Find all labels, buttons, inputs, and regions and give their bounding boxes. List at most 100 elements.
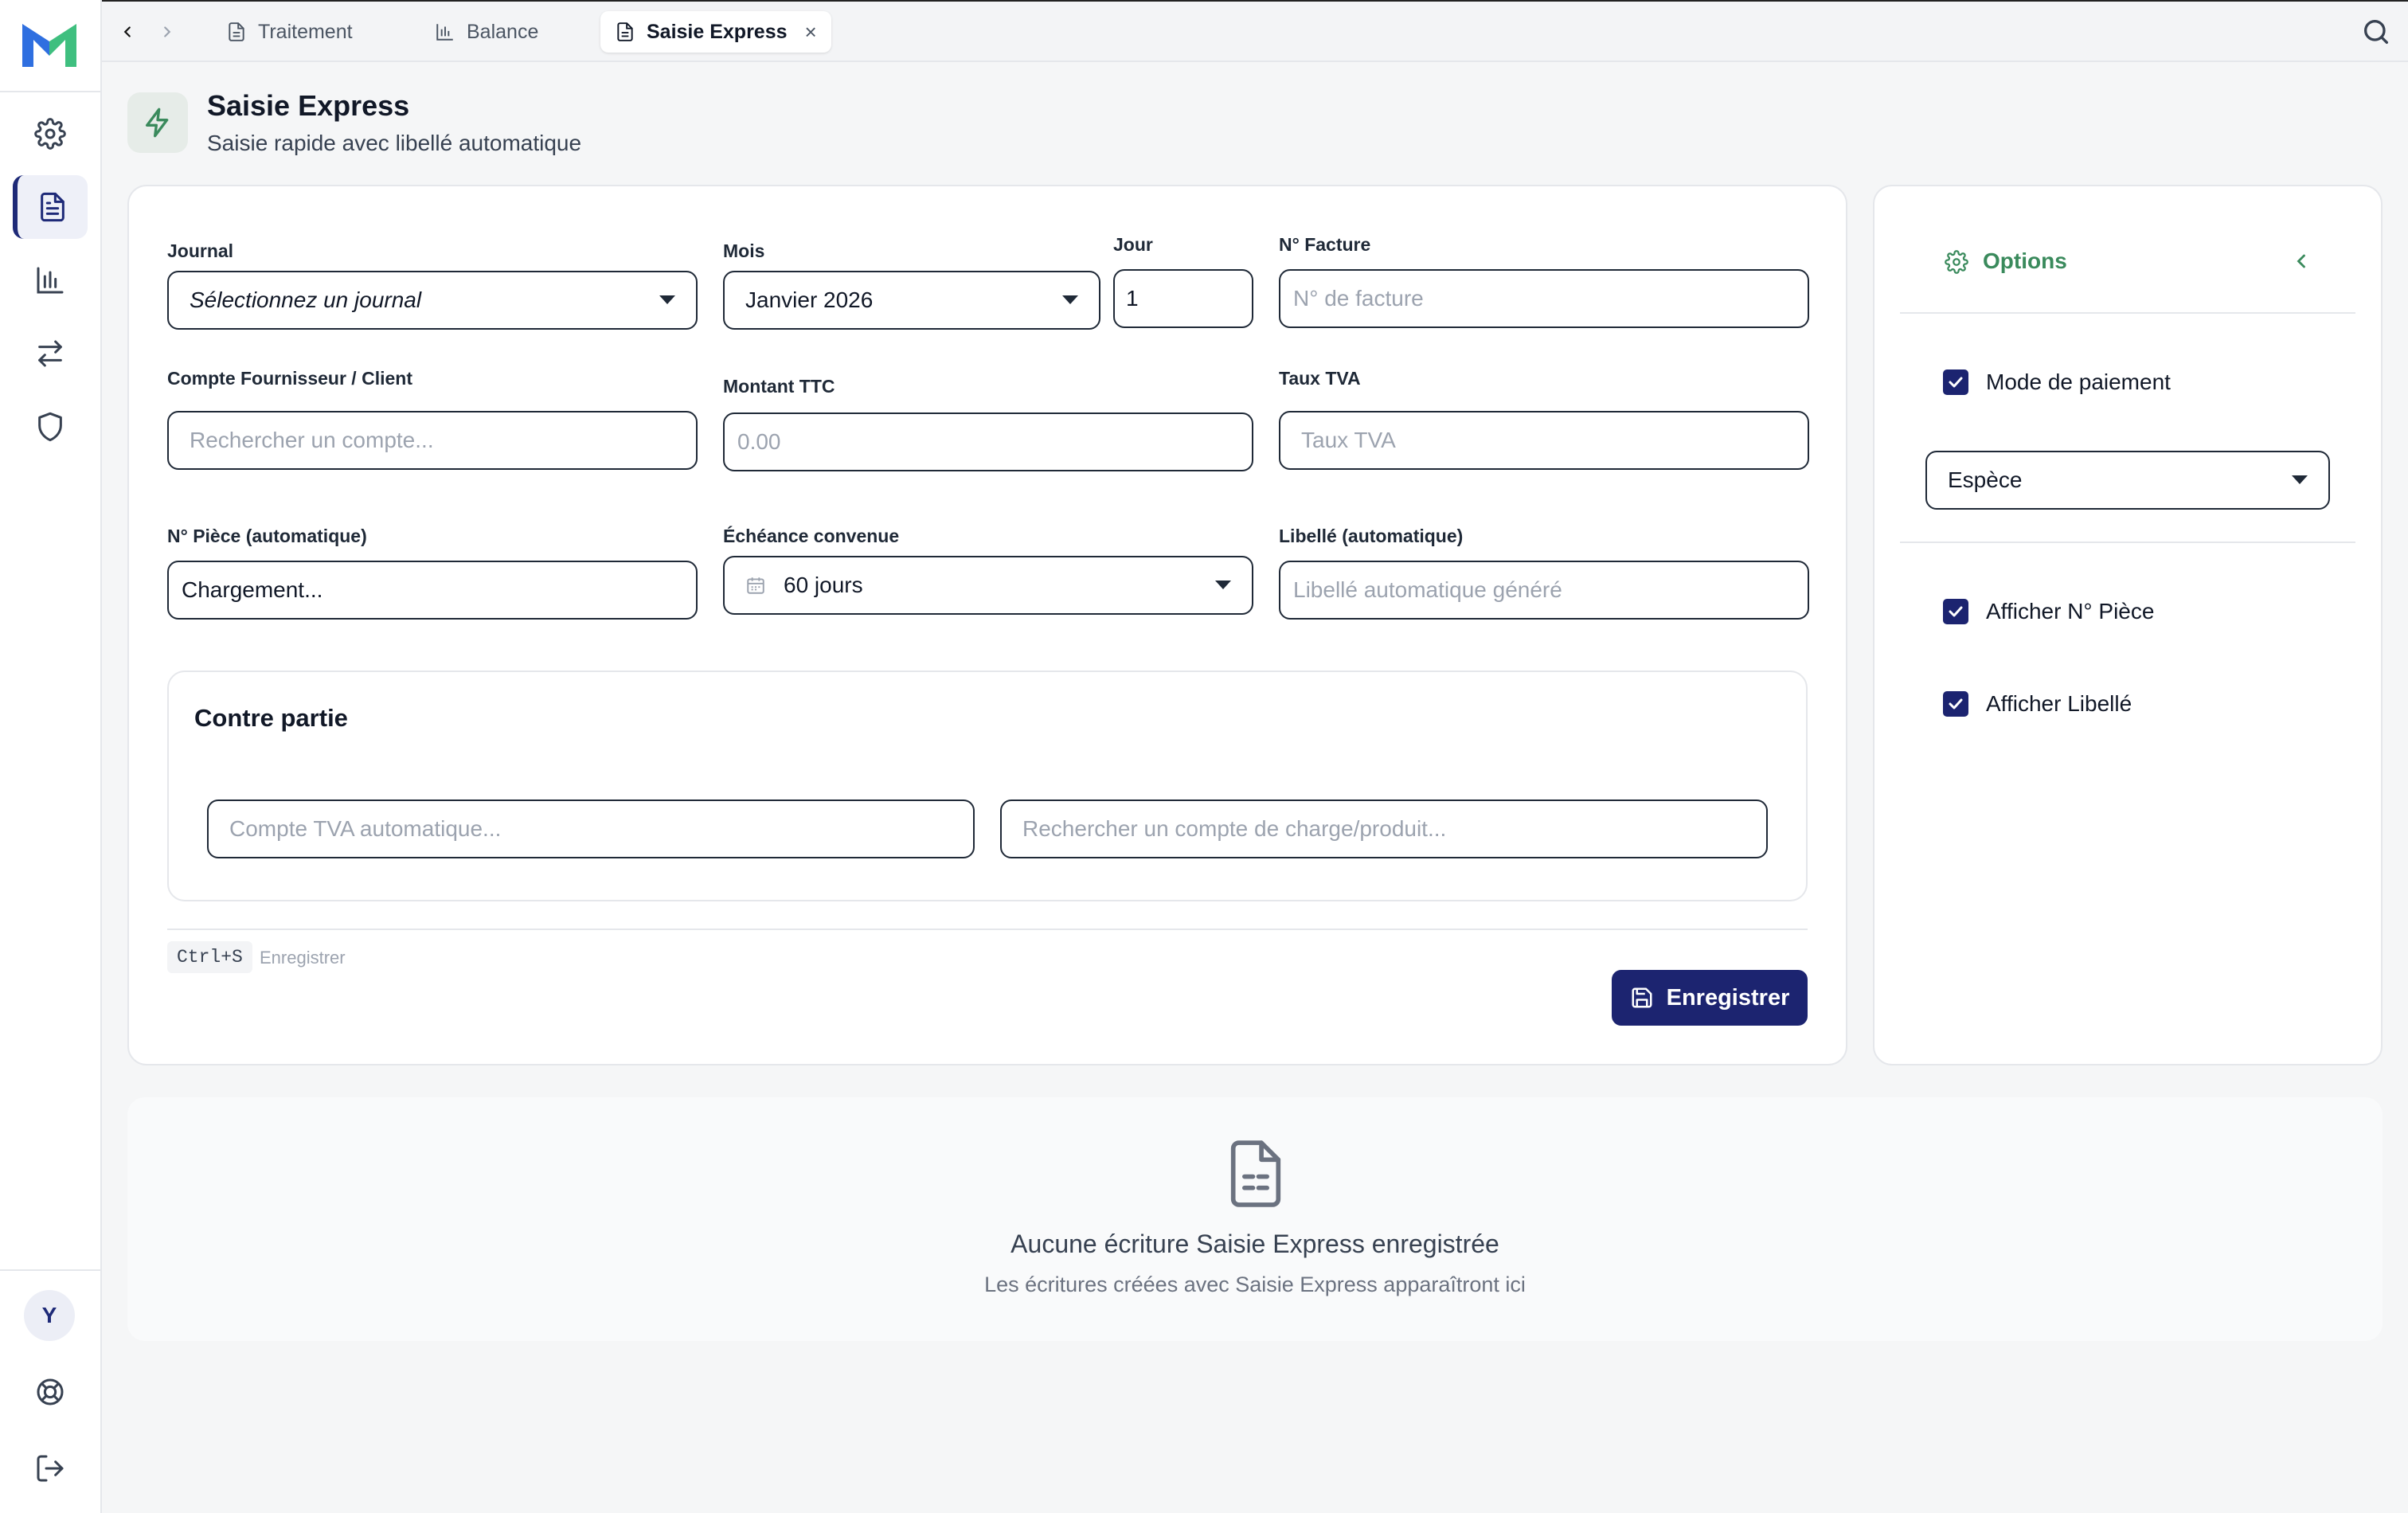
libelle-input[interactable]: Libellé automatique généré xyxy=(1279,561,1809,620)
close-icon[interactable]: × xyxy=(805,20,817,45)
compte-tva-placeholder: Compte TVA automatique... xyxy=(229,816,502,841)
sidebar-divider xyxy=(0,1269,100,1271)
mode-paiement-label: Mode de paiement xyxy=(1986,369,2171,394)
back-button[interactable] xyxy=(115,19,140,45)
mode-paiement-select[interactable]: Espèce xyxy=(1925,451,2330,510)
journal-select[interactable]: Sélectionnez un journal xyxy=(167,271,698,330)
page-subtitle: Saisie rapide avec libellé automatique xyxy=(207,131,582,155)
echeance-value: 60 jours xyxy=(784,573,863,597)
bar-chart-icon xyxy=(37,267,64,294)
search-icon[interactable] xyxy=(2360,16,2392,48)
libelle-label: Libellé (automatique) xyxy=(1279,526,1464,546)
mois-value: Janvier 2026 xyxy=(745,287,874,312)
page-title: Saisie Express xyxy=(207,89,410,122)
echeance-label: Échéance convenue xyxy=(723,526,900,546)
tab-saisie-express[interactable]: Saisie Express × xyxy=(600,11,831,53)
compte-tva-input[interactable]: Compte TVA automatique... xyxy=(207,800,975,858)
shield-icon xyxy=(38,412,62,442)
logout-icon xyxy=(37,1455,64,1482)
compte-charge-input[interactable]: Rechercher un compte de charge/produit..… xyxy=(1000,800,1768,858)
afficher-piece-label: Afficher N° Pièce xyxy=(1986,599,2155,624)
mois-label: Mois xyxy=(723,240,765,261)
save-icon xyxy=(1632,987,1652,1008)
caret-down-icon xyxy=(2292,475,2308,484)
mois-select[interactable]: Janvier 2026 xyxy=(723,271,1100,330)
piece-value: Chargement... xyxy=(182,577,323,602)
shortcut-label: Enregistrer xyxy=(260,948,346,968)
tva-input[interactable]: Taux TVA xyxy=(1279,411,1809,470)
divider xyxy=(1900,312,2355,314)
tab-balance[interactable]: Balance xyxy=(420,11,553,53)
arrows-left-right-icon xyxy=(38,340,62,367)
compte-label: Compte Fournisseur / Client xyxy=(167,368,412,389)
empty-state xyxy=(127,1097,2383,1341)
piece-input[interactable]: Chargement... xyxy=(167,561,698,620)
caret-down-icon xyxy=(659,295,675,304)
sidebar-item-reports[interactable] xyxy=(13,248,88,312)
gear-icon xyxy=(1945,250,1968,274)
options-title: Options xyxy=(1983,248,2067,273)
caret-down-icon xyxy=(1062,295,1078,304)
jour-value: 1 xyxy=(1126,286,1139,311)
save-button[interactable]: Enregistrer xyxy=(1612,970,1808,1026)
avatar[interactable]: Y xyxy=(24,1290,75,1341)
empty-subtitle: Les écritures créées avec Saisie Express… xyxy=(984,1273,1526,1296)
mode-paiement-checkbox[interactable] xyxy=(1943,369,1968,395)
libelle-placeholder: Libellé automatique généré xyxy=(1293,577,1562,602)
document-icon xyxy=(229,22,244,41)
tab-traitement[interactable]: Traitement xyxy=(212,11,367,53)
compte-charge-placeholder: Rechercher un compte de charge/produit..… xyxy=(1022,816,1447,841)
montant-input[interactable]: 0.00 xyxy=(723,412,1253,471)
spreadsheet-document-icon xyxy=(1230,1140,1281,1207)
calendar-icon xyxy=(747,577,764,594)
shortcut-kbd: Ctrl+S xyxy=(167,941,252,973)
check-icon xyxy=(1949,606,1963,617)
sidebar-item-transfers[interactable] xyxy=(13,322,88,385)
journal-label: Journal xyxy=(167,240,234,261)
tab-label: Balance xyxy=(467,20,539,43)
piece-label: N° Pièce (automatique) xyxy=(167,526,367,546)
forward-button[interactable] xyxy=(154,19,180,45)
montant-label: Montant TTC xyxy=(723,376,835,397)
tab-bar: Traitement Balance Saisie Express × xyxy=(102,0,2408,62)
document-icon xyxy=(617,22,633,41)
lifebuoy-icon xyxy=(37,1378,64,1405)
montant-placeholder: 0.00 xyxy=(737,429,781,454)
facture-placeholder: N° de facture xyxy=(1293,286,1424,311)
empty-title: Aucune écriture Saisie Express enregistr… xyxy=(1010,1230,1499,1258)
app-logo-icon[interactable] xyxy=(19,18,80,72)
options-panel xyxy=(1873,185,2383,1065)
compte-search-input[interactable]: Rechercher un compte... xyxy=(167,411,698,470)
tab-label: Traitement xyxy=(258,20,353,43)
bar-chart-icon xyxy=(436,24,453,41)
chevron-left-icon[interactable] xyxy=(2290,250,2312,272)
afficher-libelle-checkbox[interactable] xyxy=(1943,691,1968,717)
mode-paiement-value: Espèce xyxy=(1948,467,2023,492)
afficher-piece-checkbox[interactable] xyxy=(1943,599,1968,624)
facture-label: N° Facture xyxy=(1279,234,1371,255)
contre-partie-section xyxy=(167,670,1808,901)
chevron-right-icon xyxy=(164,26,171,37)
sidebar-item-settings[interactable] xyxy=(13,102,88,166)
tva-label: Taux TVA xyxy=(1279,368,1361,389)
facture-input[interactable]: N° de facture xyxy=(1279,269,1809,328)
sidebar-item-documents[interactable] xyxy=(13,175,88,239)
afficher-libelle-label: Afficher Libellé xyxy=(1986,691,2132,716)
echeance-select[interactable]: 60 jours xyxy=(723,556,1253,615)
gear-icon xyxy=(34,118,66,150)
save-label: Enregistrer xyxy=(1666,984,1790,1011)
sidebar-item-help[interactable] xyxy=(13,1360,88,1424)
tab-label: Saisie Express xyxy=(647,20,788,43)
chevron-left-icon xyxy=(123,26,131,37)
lightning-icon xyxy=(127,92,188,153)
sidebar-item-security[interactable] xyxy=(13,395,88,459)
check-icon xyxy=(1949,698,1963,710)
sidebar-item-logout[interactable] xyxy=(13,1437,88,1500)
compte-placeholder: Rechercher un compte... xyxy=(190,428,434,452)
caret-down-icon xyxy=(1215,581,1231,589)
contre-partie-title: Contre partie xyxy=(194,704,348,732)
divider xyxy=(1900,541,2355,543)
jour-label: Jour xyxy=(1113,234,1153,255)
journal-value: Sélectionnez un journal xyxy=(190,287,422,312)
jour-input[interactable]: 1 xyxy=(1113,269,1253,328)
